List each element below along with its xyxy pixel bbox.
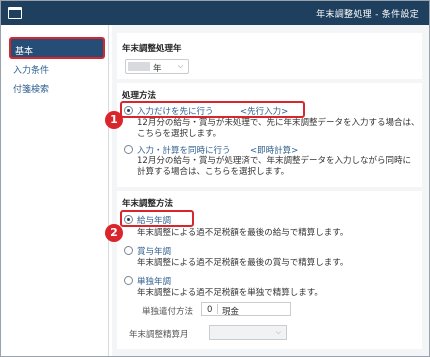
- radio-unselected-icon: [124, 276, 133, 285]
- window-title: 年末調整処理 - 条件設定: [316, 10, 419, 20]
- adjust-option-bonus-desc: 年末調整による過不足税額を最後の賞与で精算します。: [137, 258, 349, 268]
- adjustment-method-heading: 年末調整方法: [122, 199, 174, 209]
- condition-settings-window: 年末調整処理 - 条件設定 基本 入力条件 付箋検索 年末調整処理年 年 ⌵ 処…: [0, 0, 430, 357]
- sidebar-item-basic[interactable]: 基本: [9, 37, 105, 59]
- adjust-option-salary-desc: 年末調整による過不足税額を最後の給与で精算します。: [137, 228, 349, 238]
- radio-unselected-icon: [124, 246, 133, 255]
- step-marker-1: 1: [105, 111, 123, 129]
- chevron-down-icon: ⌵: [275, 328, 281, 336]
- standalone-payment-method-field[interactable]: 0 現金: [201, 302, 291, 317]
- method-option-immediate-calc-desc: 12月分の給与・賞与が処理済で、年末調整データを入力しながら同時に 計算する場合…: [137, 156, 411, 177]
- method-option-advance-input-desc: 12月分の給与・賞与が未処理で、先に年末調整データを入力する場合は、 こちらを選…: [137, 118, 420, 139]
- chevron-down-icon: ⌵: [177, 62, 183, 70]
- adjust-option-standalone-desc: 年末調整による過不足税額を単独で精算します。: [137, 288, 323, 298]
- processing-year-value: 年: [153, 64, 162, 74]
- sidebar: 基本 入力条件 付箋検索: [1, 25, 109, 356]
- sidebar-item-input-conditions[interactable]: 入力条件: [13, 63, 49, 76]
- radio-selected-icon: [124, 215, 133, 224]
- processing-method-heading: 処理方法: [122, 91, 157, 101]
- adjustment-method-section: 年末調整方法 2 給与年調 年末調整による過不足税額を最後の給与で精算します。 …: [105, 191, 422, 349]
- year-section-heading: 年末調整処理年: [122, 44, 182, 54]
- settlement-month-label: 年末調整精算月: [129, 330, 189, 340]
- standalone-payment-method-label: 単独遣付方法: [142, 307, 194, 317]
- settings-panel: 年末調整処理年 年 ⌵ 処理方法 1 入力だけを先に行う <先行入力> 12月分…: [105, 25, 429, 356]
- title-bar: 年末調整処理 - 条件設定: [1, 1, 429, 25]
- sidebar-item-sticky-search[interactable]: 付箋検索: [13, 82, 49, 95]
- settlement-month-select[interactable]: ⌵: [209, 325, 287, 340]
- processing-year-select[interactable]: 年 ⌵: [125, 59, 189, 74]
- radio-selected-icon: [124, 106, 133, 115]
- year-section: 年末調整処理年 年 ⌵: [117, 33, 422, 79]
- window-icon: [8, 7, 22, 19]
- radio-unselected-icon: [124, 145, 133, 154]
- processing-method-section: 処理方法 1 入力だけを先に行う <先行入力> 12月分の給与・賞与が未処理で、…: [105, 83, 422, 187]
- step-marker-2: 2: [105, 224, 123, 242]
